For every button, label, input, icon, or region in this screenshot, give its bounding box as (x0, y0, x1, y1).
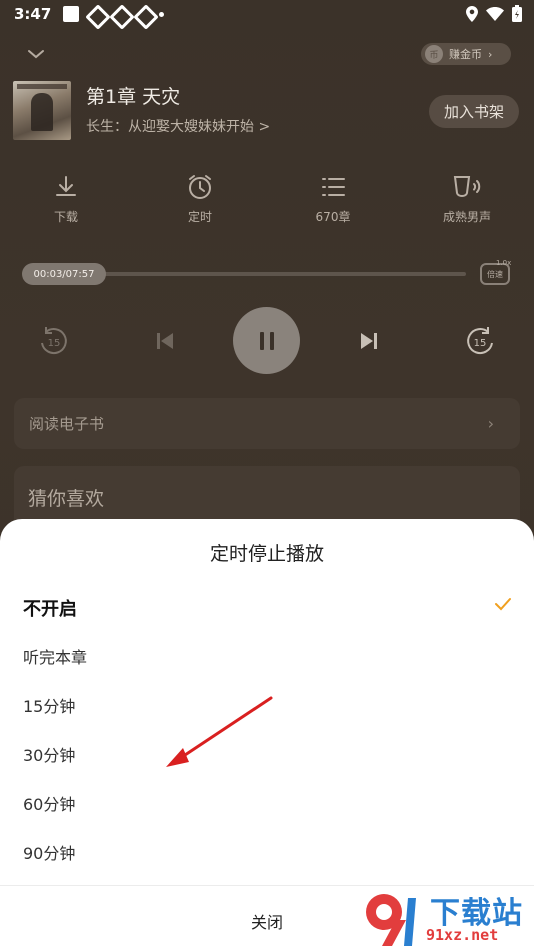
skip-next-icon (361, 333, 377, 349)
playback-progress[interactable]: 00:03/07:57 倍速 1.0x (22, 259, 512, 285)
pause-icon (259, 331, 274, 350)
speed-value: 1.0x (496, 259, 512, 267)
timer-option-off[interactable]: 不开启 (23, 595, 77, 621)
previous-chapter-button[interactable] (154, 330, 176, 352)
download-icon (56, 176, 76, 196)
sheet-title: 定时停止播放 (209, 543, 324, 565)
tool-voice[interactable]: 成熟男声 (422, 172, 512, 225)
earn-coins-button[interactable]: 币 赚金币 › (421, 43, 511, 65)
add-to-shelf-button[interactable]: 加入书架 (429, 95, 519, 128)
book-title-link[interactable]: 长生：从迎娶大嫂妹妹开始 > (86, 116, 270, 136)
timer-option-end-of-chapter[interactable]: 听完本章 (23, 644, 87, 668)
tool-label: 670章 (315, 210, 351, 224)
book-cover[interactable] (13, 81, 71, 140)
forward-15-button[interactable]: 15 (463, 326, 497, 356)
progress-time-thumb[interactable]: 00:03/07:57 (22, 263, 106, 285)
status-bar: 3:47 (0, 0, 534, 28)
collapse-chevron-icon[interactable] (26, 44, 46, 64)
recommendations-title: 猜你喜欢 (28, 488, 105, 510)
tool-download[interactable]: 下载 (21, 172, 111, 225)
read-ebook-label: 阅读电子书 (29, 415, 105, 433)
timer-option-15min[interactable]: 15分钟 (23, 693, 75, 717)
tool-timer[interactable]: 定时 (155, 172, 245, 225)
timer-option-90min[interactable]: 90分钟 (23, 840, 75, 864)
status-time: 3:47 (14, 5, 52, 23)
pause-button[interactable] (233, 307, 300, 374)
rewind-15-icon: 15 (41, 327, 67, 355)
timer-option-60min[interactable]: 60分钟 (23, 791, 75, 815)
battery-icon (512, 5, 522, 22)
svg-text:15: 15 (48, 338, 61, 349)
tool-label: 定时 (187, 210, 212, 224)
tool-label: 成熟男声 (442, 210, 491, 224)
rewind-15-button[interactable]: 15 (37, 326, 71, 356)
location-icon (466, 5, 478, 22)
chevron-right-icon: › (487, 414, 494, 433)
timer-option-30min[interactable]: 30分钟 (23, 742, 75, 766)
list-icon (322, 178, 345, 196)
wifi-icon (486, 6, 504, 21)
chevron-right-icon: › (488, 47, 493, 61)
notification-icon (63, 6, 80, 22)
voice-icon (453, 176, 481, 197)
watermark-url: 91xz.net (426, 926, 499, 944)
earn-coins-label: 赚金币 (449, 48, 482, 61)
skip-previous-icon (157, 333, 173, 349)
forward-15-icon: 15 (467, 327, 493, 355)
svg-text:15: 15 (474, 338, 487, 349)
site-watermark: 下载站 91xz.net (362, 888, 534, 950)
app-notification-icon (111, 6, 127, 22)
coin-icon: 币 (425, 45, 443, 63)
tool-label: 下载 (53, 210, 78, 224)
tool-chapters[interactable]: 670章 (288, 172, 378, 225)
read-ebook-row[interactable]: 阅读电子书 › (14, 398, 520, 449)
next-chapter-button[interactable] (358, 330, 380, 352)
app-notification-icon (87, 6, 103, 22)
divider (0, 885, 534, 886)
more-notifications-icon (159, 11, 165, 17)
alarm-clock-icon (189, 175, 211, 199)
tool-row: 下载 定时 670章 成熟男声 (0, 172, 534, 232)
progress-track[interactable] (102, 272, 466, 276)
chapter-title: 第1章 天灾 (86, 86, 181, 108)
app-notification-icon (135, 6, 151, 22)
sleep-timer-sheet: 定时停止播放 不开启 听完本章 15分钟 30分钟 60分钟 90分钟 关闭 (0, 519, 534, 950)
check-icon (495, 598, 511, 611)
watermark-logo-icon (366, 894, 416, 946)
